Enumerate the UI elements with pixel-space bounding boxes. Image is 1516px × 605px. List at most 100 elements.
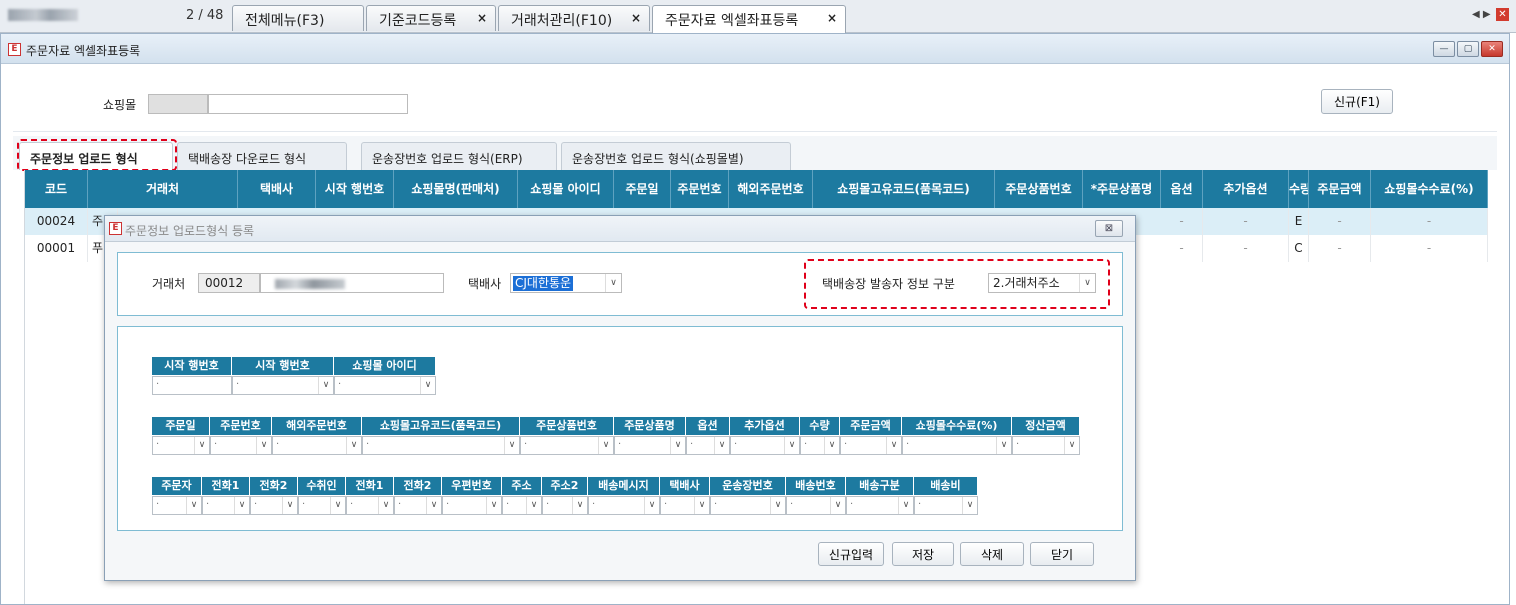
mapping-column-select[interactable]: · ∨ [614, 436, 686, 455]
chevron-down-icon[interactable]: ∨ [644, 497, 659, 514]
chevron-down-icon[interactable]: ∨ [504, 437, 519, 454]
mapping-column-select[interactable]: · ∨ [730, 436, 800, 455]
column-header[interactable]: 해외주문번호 [729, 170, 813, 208]
new-button[interactable]: 신규(F1) [1321, 89, 1393, 114]
tab-base-code[interactable]: 기준코드등록 × [366, 5, 496, 31]
tab-waybill-upload-erp[interactable]: 운송장번호 업로드 형식(ERP) [361, 142, 557, 170]
chevron-down-icon[interactable]: ∨ [962, 497, 977, 514]
column-header[interactable]: 쇼핑몰명(판매처) [394, 170, 518, 208]
tab-waybill-upload-shop[interactable]: 운송장번호 업로드 형식(쇼핑몰별) [561, 142, 791, 170]
chevron-down-icon[interactable]: ∨ [330, 497, 345, 514]
mapping-column-select[interactable]: · ∨ [520, 436, 614, 455]
tab-close-icon[interactable]: × [631, 11, 641, 25]
chevron-down-icon[interactable]: ∨ [572, 497, 587, 514]
column-header[interactable]: 코드 [25, 170, 88, 208]
chevron-down-icon[interactable]: ∨ [256, 437, 271, 454]
mapping-column-select[interactable]: · ∨ [914, 496, 978, 515]
mapping-column-select[interactable]: · ∨ [442, 496, 502, 515]
window-close-button[interactable]: ✕ [1481, 41, 1503, 57]
mapping-column-select[interactable]: · ∨ [502, 496, 542, 515]
mapping-column-select[interactable]: · ∨ [362, 436, 520, 455]
maximize-button[interactable]: ▢ [1457, 41, 1479, 57]
close-button[interactable]: 닫기 [1030, 542, 1094, 566]
mapping-column-select[interactable]: · ∨ [686, 436, 730, 455]
chevron-down-icon[interactable]: ∨ [186, 497, 201, 514]
mapping-column-select[interactable]: · ∨ [232, 376, 334, 395]
shop-code-input[interactable] [148, 94, 208, 114]
mapping-column-select[interactable]: · ∨ [272, 436, 362, 455]
chevron-down-icon[interactable]: ∨ [420, 377, 435, 394]
chevron-down-icon[interactable]: ∨ [1064, 437, 1079, 454]
mapping-column-select[interactable]: · ∨ [1012, 436, 1080, 455]
partner-code-input[interactable]: 00012 [198, 273, 260, 293]
chevron-down-icon[interactable]: ∨ [378, 497, 393, 514]
mapping-column-select[interactable]: · ∨ [202, 496, 250, 515]
chevron-down-icon[interactable]: ∨ [526, 497, 541, 514]
chevron-down-icon[interactable]: ∨ [830, 497, 845, 514]
column-header[interactable]: 주문상품번호 [995, 170, 1083, 208]
tab-partner-management[interactable]: 거래처관리(F10) × [498, 5, 650, 31]
save-button[interactable]: 저장 [892, 542, 954, 566]
mapping-column-select[interactable]: · ∨ [152, 496, 202, 515]
tab-close-icon[interactable]: × [477, 11, 487, 25]
chevron-down-icon[interactable]: ∨ [318, 377, 333, 394]
chevron-down-icon[interactable]: ∨ [886, 437, 901, 454]
column-header[interactable]: 쇼핑몰수수료(%) [1371, 170, 1488, 208]
mapping-column-select[interactable]: · ∨ [394, 496, 442, 515]
chevron-down-icon[interactable]: ∨ [282, 497, 297, 514]
partner-name-input[interactable] [260, 273, 444, 293]
column-header[interactable]: 거래처 [88, 170, 238, 208]
column-header[interactable]: *주문상품명 [1083, 170, 1161, 208]
mapping-column-select[interactable]: · ∨ [660, 496, 710, 515]
mapping-column-select[interactable]: · ∨ [846, 496, 914, 515]
mapping-column-select[interactable]: · ∨ [800, 436, 840, 455]
mapping-column-select[interactable]: · [152, 376, 232, 395]
tab-all-menu[interactable]: 전체메뉴(F3) [232, 5, 364, 31]
column-header[interactable]: 주문일 [614, 170, 671, 208]
column-header[interactable]: 수량 [1289, 170, 1309, 208]
chevron-down-icon[interactable]: ∨ [598, 437, 613, 454]
mapping-column-select[interactable]: · ∨ [542, 496, 588, 515]
mapping-column-select[interactable]: · ∨ [210, 436, 272, 455]
chevron-down-icon[interactable]: ∨ [426, 497, 441, 514]
dialog-close-button[interactable]: ⊠ [1095, 220, 1123, 237]
mapping-column-select[interactable]: · ∨ [334, 376, 436, 395]
mapping-column-select[interactable]: · ∨ [710, 496, 786, 515]
column-header[interactable]: 택배사 [238, 170, 316, 208]
column-header[interactable]: 추가옵션 [1203, 170, 1289, 208]
chevron-down-icon[interactable]: ∨ [694, 497, 709, 514]
chevron-down-icon[interactable]: ∨ [1079, 274, 1095, 292]
chevron-down-icon[interactable]: ∨ [784, 437, 799, 454]
mapping-column-select[interactable]: · ∨ [902, 436, 1012, 455]
mapping-column-select[interactable]: · ∨ [250, 496, 298, 515]
chevron-down-icon[interactable]: ∨ [714, 437, 729, 454]
tab-scroll-arrows-icon[interactable]: ◀ ▶ [1472, 9, 1491, 20]
chevron-down-icon[interactable]: ∨ [996, 437, 1011, 454]
mapping-column-select[interactable]: · ∨ [840, 436, 902, 455]
chevron-down-icon[interactable]: ∨ [824, 437, 839, 454]
new-entry-button[interactable]: 신규입력 [818, 542, 884, 566]
column-header[interactable]: 쇼핑몰고유코드(품목코드) [813, 170, 995, 208]
chevron-down-icon[interactable]: ∨ [670, 437, 685, 454]
mapping-column-select[interactable]: · ∨ [346, 496, 394, 515]
delete-button[interactable]: 삭제 [960, 542, 1024, 566]
tab-order-upload[interactable]: 주문정보 업로드 형식 [19, 142, 173, 170]
close-all-icon[interactable]: ✕ [1496, 8, 1509, 21]
chevron-down-icon[interactable]: ∨ [234, 497, 249, 514]
chevron-down-icon[interactable]: ∨ [605, 274, 621, 292]
chevron-down-icon[interactable]: ∨ [898, 497, 913, 514]
tab-order-excel-coords[interactable]: 주문자료 엑셀좌표등록 × [652, 5, 846, 33]
tab-close-icon[interactable]: × [827, 11, 837, 25]
shop-name-input[interactable] [208, 94, 408, 114]
column-header[interactable]: 시작 행번호 [316, 170, 394, 208]
mapping-column-select[interactable]: · ∨ [786, 496, 846, 515]
courier-select[interactable]: CJ대한통운 ∨ [510, 273, 622, 293]
column-header[interactable]: 옵션 [1161, 170, 1203, 208]
mapping-column-select[interactable]: · ∨ [298, 496, 346, 515]
minimize-button[interactable]: — [1433, 41, 1455, 57]
chevron-down-icon[interactable]: ∨ [346, 437, 361, 454]
mapping-column-select[interactable]: · ∨ [152, 436, 210, 455]
chevron-down-icon[interactable]: ∨ [486, 497, 501, 514]
mapping-column-select[interactable]: · ∨ [588, 496, 660, 515]
column-header[interactable]: 주문번호 [671, 170, 729, 208]
